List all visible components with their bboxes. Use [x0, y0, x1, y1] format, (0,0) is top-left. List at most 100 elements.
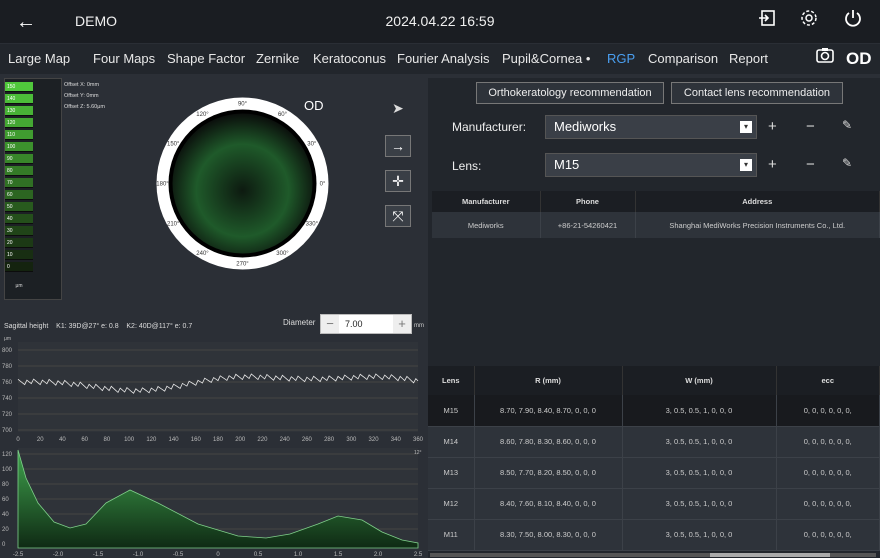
patient-name: DEMO: [75, 13, 117, 29]
cell-r: 8.50, 7.70, 8.20, 8.50, 0, 0, 0: [474, 457, 623, 489]
scale-value: 40: [5, 214, 33, 224]
y-tick: 100: [2, 467, 13, 473]
x-tick: 20: [37, 437, 44, 443]
y-tick: 740: [2, 396, 13, 402]
table-row[interactable]: Mediworks +86-21-54260421 Shanghai MediW…: [432, 212, 880, 238]
tab-comparison[interactable]: Comparison: [648, 51, 718, 66]
tab-pupil-cornea[interactable]: Pupil&Cornea •: [502, 51, 590, 66]
scale-value: 50: [5, 202, 33, 212]
cell-ecc: 0, 0, 0, 0, 0, 0,: [776, 519, 880, 551]
x-tick: 1.5: [334, 552, 343, 558]
export-icon[interactable]: [754, 8, 780, 34]
y-tick: 20: [2, 527, 9, 533]
remove-lens-icon[interactable]: −: [806, 156, 815, 173]
horizontal-scrollbar[interactable]: [430, 553, 876, 557]
angle-label: 210°: [167, 222, 180, 228]
x-tick: 1.0: [294, 552, 303, 558]
k2-value: K2: 40D@117° e: 0.7: [126, 323, 193, 330]
scale-value: 0: [5, 262, 33, 272]
tab-four-maps[interactable]: Four Maps: [93, 51, 155, 66]
offset-z: Offset Z: 5.60μm: [64, 104, 105, 110]
tab-keratoconus[interactable]: Keratoconus: [313, 51, 386, 66]
left-panel: μm 150 140 130 120 110 100 90 80 70 60 50 40 30 20 10 0…: [0, 78, 426, 558]
angle-label: 0°: [320, 182, 326, 188]
cell-r: 8.40, 7.60, 8.10, 8.40, 0, 0, 0: [474, 488, 623, 520]
back-arrow-icon[interactable]: ←: [10, 8, 42, 36]
add-lens-icon[interactable]: +: [768, 156, 777, 173]
tab-large-map[interactable]: Large Map: [8, 51, 70, 66]
y-tick: 700: [2, 428, 13, 434]
y-tick: 40: [2, 512, 9, 518]
table-row[interactable]: M12 8.40, 7.60, 8.10, 8.40, 0, 0, 0 3, 0.5…: [428, 488, 880, 520]
settings-gear-icon[interactable]: [796, 8, 822, 34]
chevron-down-icon[interactable]: ▾: [740, 121, 752, 133]
scale-value: 130: [5, 106, 33, 116]
x-tick: 260: [302, 437, 313, 443]
arrow-right-button[interactable]: →: [385, 135, 411, 157]
table-row[interactable]: M15 8.70, 7.90, 8.40, 8.70, 0, 0, 0 3, 0.5…: [428, 395, 880, 427]
col-phone: Phone: [540, 191, 636, 212]
sagittal-info: Sagittal height K1: 39D@27° e: 0.8 K2: 4…: [4, 323, 192, 330]
camera-icon[interactable]: [814, 47, 836, 69]
table-row[interactable]: M14 8.60, 7.80, 8.30, 8.60, 0, 0, 0 3, 0.5…: [428, 426, 880, 458]
add-manufacturer-icon[interactable]: +: [768, 118, 777, 135]
x-tick: -1.0: [133, 552, 144, 558]
col-lens: Lens: [428, 366, 475, 395]
x-tick: 320: [369, 437, 380, 443]
cell-manufacturer: Mediworks: [432, 212, 541, 238]
angle-label: 60°: [278, 112, 288, 118]
lens-select[interactable]: M15 ▾: [545, 153, 757, 177]
diameter-stepper[interactable]: − 7.00 +: [320, 314, 412, 334]
cell-w: 3, 0.5, 0.5, 1, 0, 0, 0: [622, 426, 777, 458]
table-row[interactable]: M11 8.30, 7.50, 8.00, 8.30, 0, 0, 0 3, 0.5…: [428, 519, 880, 551]
manufacturer-table: Manufacturer Phone Address Mediworks +86…: [432, 191, 880, 238]
tab-report[interactable]: Report: [729, 51, 768, 66]
corneal-map[interactable]: 90° 60° 30° 0° 330° 300° 270° 240° 210° 180° 150° 1…: [155, 96, 330, 271]
chevron-down-icon[interactable]: ▾: [740, 159, 752, 171]
diameter-value[interactable]: 7.00: [345, 319, 363, 329]
scrollbar-thumb[interactable]: [710, 553, 830, 557]
edit-lens-icon[interactable]: ✎: [842, 156, 852, 170]
edit-manufacturer-icon[interactable]: ✎: [842, 118, 852, 132]
cell-w: 3, 0.5, 0.5, 1, 0, 0, 0: [622, 395, 777, 427]
col-ecc: ecc: [776, 366, 880, 395]
ortho-recommendation-button[interactable]: Orthokeratology recommendation: [476, 82, 664, 104]
pointer-icon[interactable]: ➤: [392, 100, 404, 117]
manufacturer-select[interactable]: Mediworks ▾: [545, 115, 757, 139]
scale-value: 60: [5, 190, 33, 200]
scale-value: 80: [5, 166, 33, 176]
plot-area: [18, 342, 418, 432]
tab-fourier-analysis[interactable]: Fourier Analysis: [397, 51, 489, 66]
angle-label: 330°: [306, 222, 319, 228]
tab-zernike[interactable]: Zernike: [256, 51, 299, 66]
right-panel: Orthokeratology recommendation Contact l…: [428, 78, 880, 558]
x-tick: 280: [324, 437, 335, 443]
power-icon[interactable]: [840, 8, 866, 34]
table-row[interactable]: M13 8.50, 7.70, 8.20, 8.50, 0, 0, 0 3, 0.5…: [428, 457, 880, 489]
x-tick: 220: [257, 437, 268, 443]
x-tick: 100: [124, 437, 135, 443]
y-tick: 720: [2, 412, 13, 418]
cell-r: 8.30, 7.50, 8.00, 8.30, 0, 0, 0: [474, 519, 623, 551]
col-manufacturer: Manufacturer: [432, 191, 541, 212]
col-r: R (mm): [474, 366, 623, 395]
angle-label: 120°: [196, 112, 209, 118]
diameter-plus-button[interactable]: +: [393, 315, 411, 333]
remove-manufacturer-icon[interactable]: −: [806, 118, 815, 135]
contact-lens-recommendation-button[interactable]: Contact lens recommendation: [671, 82, 843, 104]
y-tick: 120: [2, 452, 13, 458]
move-button[interactable]: ✛: [385, 170, 411, 192]
tab-shape-factor[interactable]: Shape Factor: [167, 51, 245, 66]
map-eye-label: OD: [304, 98, 324, 113]
cell-ecc: 0, 0, 0, 0, 0, 0,: [776, 457, 880, 489]
x-tick: 140: [169, 437, 180, 443]
sagittal-title: Sagittal height: [4, 323, 49, 330]
cell-lens: M15: [428, 395, 475, 427]
cell-w: 3, 0.5, 0.5, 1, 0, 0, 0: [622, 519, 777, 551]
color-scale: μm 150 140 130 120 110 100 90 80 70 60 50 40 30 20 10 0: [4, 78, 62, 300]
diameter-minus-button[interactable]: −: [321, 315, 339, 333]
tab-rgp[interactable]: RGP: [607, 51, 635, 66]
scale-value: 120: [5, 118, 33, 128]
expand-button[interactable]: ⤧: [385, 205, 411, 227]
x-tick: -2.5: [13, 552, 24, 558]
